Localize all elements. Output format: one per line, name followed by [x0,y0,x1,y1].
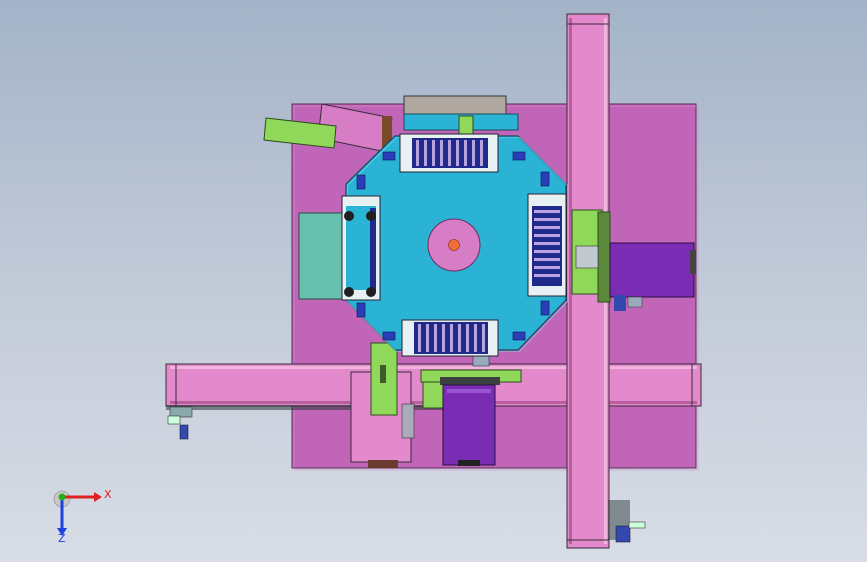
x-axis-label: X [104,488,112,501]
cad-viewport[interactable]: X Z [0,0,867,562]
coordinate-triad: X Z [53,488,112,545]
fixture-right [527,193,567,297]
x-axis-arrowhead [94,492,102,502]
y-axis-dot [58,493,66,501]
fixture-left [341,195,381,301]
fixture-bottom [401,319,499,357]
fixture-top [399,133,499,173]
z-axis-label: Z [58,532,66,545]
